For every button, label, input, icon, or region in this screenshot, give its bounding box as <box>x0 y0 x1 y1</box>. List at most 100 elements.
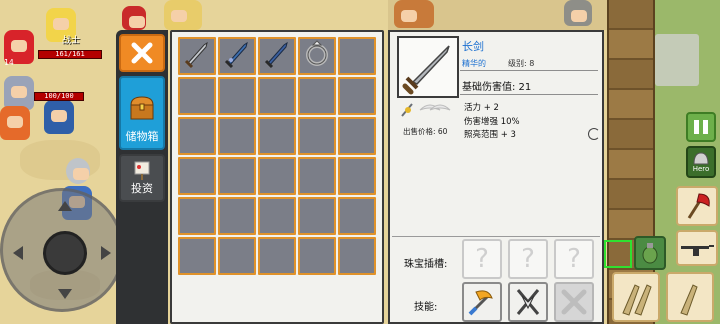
inventory-slot[interactable] <box>298 237 336 275</box>
hero-level: 14 <box>4 58 14 67</box>
close-button[interactable] <box>119 34 165 72</box>
rifle-icon <box>681 245 714 256</box>
tab-storage-label: 储物箱 <box>125 130 159 143</box>
grenade-button[interactable] <box>634 236 666 270</box>
socket-label: 珠宝插槽: <box>404 259 448 270</box>
close-icon <box>131 42 153 64</box>
item-base-damage: 基础伤害值: 21 <box>462 82 532 93</box>
inventory-grid <box>178 37 376 275</box>
inventory-slot[interactable] <box>218 117 256 155</box>
missile-icon <box>680 284 698 316</box>
pause-bar-icon <box>703 120 708 134</box>
hero-button-label: Hero <box>692 165 710 173</box>
target-reticle-icon[interactable] <box>604 240 632 268</box>
skill-slot-2[interactable] <box>508 282 548 322</box>
inventory-slot[interactable] <box>298 37 336 75</box>
inventory-slot[interactable] <box>218 237 256 275</box>
hero-sprite[interactable] <box>4 76 34 110</box>
sword-icon <box>182 39 212 73</box>
divider <box>460 94 598 95</box>
lamp-post-sprite <box>564 0 592 26</box>
item-name: 长剑 <box>462 40 484 53</box>
gem-icon <box>405 107 411 113</box>
joystick-down-arrow-icon <box>58 289 72 299</box>
inventory-slot[interactable] <box>258 157 296 195</box>
item-stats: 活力 + 2 伤害增强 10% 照亮范围 + 3 <box>464 102 520 143</box>
pause-bar-icon <box>694 120 699 134</box>
skill-slot-3[interactable] <box>554 282 594 322</box>
inventory-slot[interactable] <box>178 37 216 75</box>
hero-sprite[interactable] <box>122 6 146 30</box>
blue-sword-icon <box>222 39 252 73</box>
inventory-slot[interactable] <box>338 117 376 155</box>
joystick-left-arrow-icon <box>13 246 23 260</box>
stat-line: 伤害增强 10% <box>464 116 520 127</box>
jewel-socket[interactable]: ? <box>462 239 502 279</box>
ring-icon <box>302 39 332 73</box>
inventory-slot[interactable] <box>338 77 376 115</box>
divider <box>460 70 598 71</box>
stat-line: 照亮范围 + 3 <box>464 130 516 140</box>
inventory-slot[interactable] <box>218 197 256 235</box>
bear-sprite[interactable] <box>394 0 434 28</box>
pause-button[interactable] <box>686 112 716 142</box>
hero-hp-bar: 100/100 <box>34 92 84 101</box>
inventory-slot[interactable] <box>258 237 296 275</box>
question-mark-icon: ? <box>475 244 489 274</box>
missile-button[interactable] <box>612 272 660 322</box>
inventory-slot[interactable] <box>258 117 296 155</box>
blue-sword-2-icon <box>262 39 292 73</box>
item-quality: 精华的 <box>462 59 486 68</box>
jewel-socket[interactable]: ? <box>554 239 594 279</box>
chest-icon <box>130 96 154 120</box>
inventory-slot[interactable] <box>338 237 376 275</box>
inventory-slot[interactable] <box>218 77 256 115</box>
inventory-slot[interactable] <box>258 77 296 115</box>
joystick[interactable] <box>0 188 124 312</box>
inventory-slot[interactable] <box>298 77 336 115</box>
hero-button[interactable]: Hero <box>686 146 716 178</box>
inventory-slot[interactable] <box>178 117 216 155</box>
helmet-icon <box>693 152 709 165</box>
tab-storage[interactable]: 储物箱 <box>119 76 165 150</box>
joystick-right-arrow-icon <box>101 246 111 260</box>
inventory-slot[interactable] <box>178 157 216 195</box>
inventory-side-tabs: 储物箱 投资 <box>116 30 168 324</box>
hero-portrait[interactable] <box>655 34 699 86</box>
missile-button[interactable] <box>666 272 714 322</box>
axe-icon <box>687 193 710 219</box>
inventory-slot[interactable] <box>218 157 256 195</box>
inventory-slot[interactable] <box>178 237 216 275</box>
hero-sprite[interactable] <box>44 100 74 134</box>
inventory-slot[interactable] <box>338 197 376 235</box>
long-sword-icon <box>402 45 450 95</box>
hero-sprite[interactable] <box>0 106 30 140</box>
refresh-icon[interactable] <box>588 128 600 140</box>
axe-weapon-button[interactable] <box>676 186 718 226</box>
item-attribute-icons <box>400 100 452 120</box>
hero-sprite[interactable] <box>164 0 202 30</box>
inventory-slot[interactable] <box>338 157 376 195</box>
inventory-slot[interactable] <box>178 77 216 115</box>
inventory-slot[interactable] <box>178 197 216 235</box>
inventory-slot[interactable] <box>298 197 336 235</box>
inventory-slot[interactable] <box>258 37 296 75</box>
joystick-up-arrow-icon <box>58 201 72 211</box>
inventory-slot[interactable] <box>298 157 336 195</box>
axe-sword-skill-icon <box>468 290 493 316</box>
tab-invest[interactable]: 投资 <box>119 154 165 202</box>
rifle-weapon-button[interactable] <box>676 230 718 266</box>
skill-slot-1[interactable] <box>462 282 502 322</box>
investment-sign-icon <box>134 161 150 180</box>
inventory-slot[interactable] <box>338 37 376 75</box>
hero-name-tag: 战士 <box>62 36 81 46</box>
knight-helmet-sprite[interactable] <box>66 158 90 184</box>
inventory-slot[interactable] <box>258 197 296 235</box>
joystick-knob[interactable] <box>43 231 87 275</box>
item-level: 级别: 8 <box>508 59 535 68</box>
crossed-swords-skill-icon <box>516 289 540 315</box>
jewel-socket[interactable]: ? <box>508 239 548 279</box>
inventory-slot[interactable] <box>218 37 256 75</box>
inventory-slot[interactable] <box>298 117 336 155</box>
item-preview[interactable] <box>397 36 459 98</box>
